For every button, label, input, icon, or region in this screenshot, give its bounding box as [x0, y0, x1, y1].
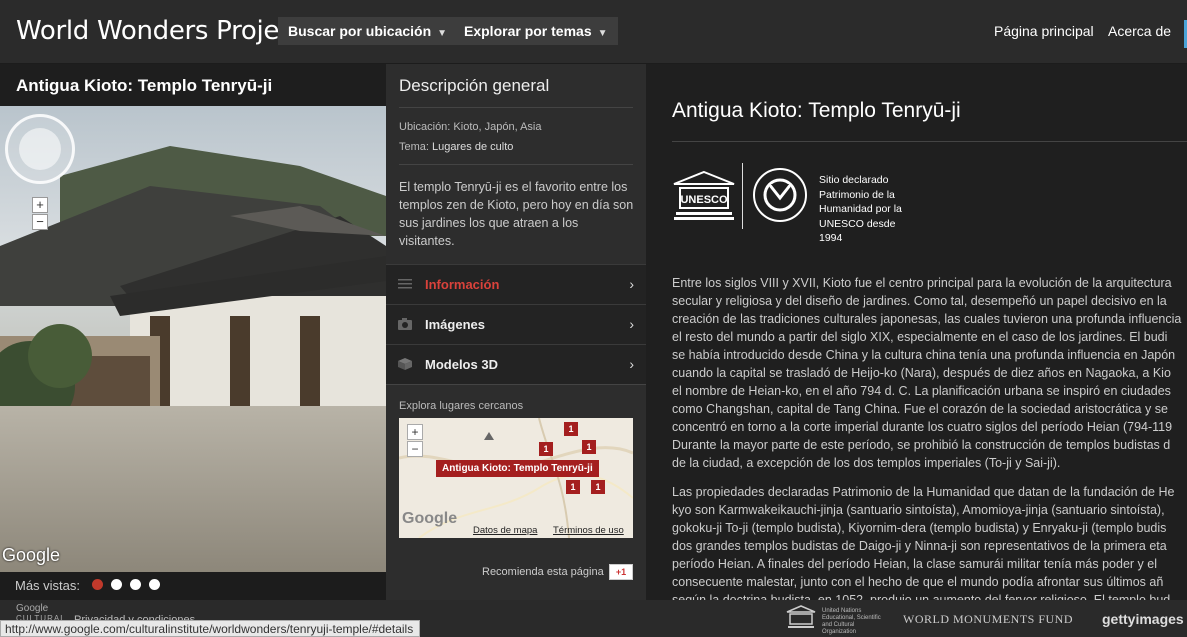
more-views-label: Más vistas: [15, 578, 81, 593]
overview-heading: Descripción general [399, 76, 550, 95]
google-plus-one-button[interactable]: +1 [609, 564, 633, 580]
article-title: Antigua Kioto: Templo Tenryū-ji [672, 99, 961, 122]
footer-google-logo[interactable]: Google [16, 603, 48, 614]
about-link[interactable]: Acerca de [1108, 23, 1171, 39]
view-dot-2[interactable] [111, 579, 122, 590]
chevron-right-icon: › [629, 356, 634, 372]
theme-link[interactable]: Lugares de culto [432, 141, 513, 153]
map-pin[interactable]: 1 [566, 480, 580, 494]
cube-icon [398, 358, 412, 370]
article-line: se había introducido desde China y la cu… [672, 348, 1176, 362]
chevron-right-icon: › [629, 276, 634, 292]
world-heritage-text: Sitio declarado Patrimonio de la Humanid… [819, 174, 902, 244]
zoom-in-button[interactable]: + [32, 197, 48, 213]
article-line: de la ciudad, a excepción de los dos tem… [672, 456, 1061, 470]
divider [742, 163, 743, 229]
nearby-places-label: Explora lugares cercanos [399, 400, 524, 412]
street-view-title: Antigua Kioto: Templo Tenryū-ji [16, 76, 273, 95]
chevron-down-icon: ▼ [597, 28, 608, 39]
list-icon [398, 279, 412, 289]
camera-icon [398, 318, 412, 330]
location-text: Ubicación: Kioto, Japón, Asia [399, 121, 542, 133]
chevron-down-icon: ▼ [437, 28, 448, 39]
view-dot-3[interactable] [130, 579, 141, 590]
map-pin[interactable]: 1 [564, 422, 578, 436]
view-dot-4[interactable] [149, 579, 160, 590]
article-line: Durante la mayor parte de este período, … [672, 438, 1171, 452]
theme-prefix: Tema: [399, 141, 429, 153]
menu-label: Imágenes [425, 317, 485, 332]
map-data-link[interactable]: Datos de mapa [473, 525, 537, 536]
getty-images-link[interactable]: gettyimages [1102, 611, 1184, 627]
nearby-map[interactable]: + − 1 1 1 1 1 Antigua Kioto: Templo Tenr… [399, 418, 633, 538]
article-line: Las propiedades declaradas Patrimonio de… [672, 485, 1175, 499]
explore-themes-dropdown[interactable]: Explorar por temas ▼ [454, 17, 618, 45]
article-line: kyo son Karmwakeikauchi-jinja (santuario… [672, 503, 1165, 517]
article-line: gokoku-ji To-ji (templo budista), Kiyorn… [672, 521, 1167, 535]
divider [386, 384, 646, 385]
dropdown-label: Buscar por ubicación [288, 23, 432, 39]
article-line: creación de las tradiciones culturales j… [672, 312, 1182, 326]
article-line: concentró en torno a la corte imperial d… [672, 420, 1173, 434]
article-body: Entre los siglos VIII y XVII, Kioto fue … [672, 274, 1187, 620]
footer-unesco-text: United Nations Educational, Scientific a… [822, 608, 881, 635]
divider [672, 141, 1187, 142]
compass-icon [19, 128, 61, 170]
article-line: el nombre de Heian-ko, en el año 794 d. … [672, 384, 1171, 398]
article-line: Entre los siglos VIII y XVII, Kioto fue … [672, 276, 1172, 290]
world-heritage-emblem-icon [753, 168, 807, 222]
more-views-bar: Más vistas: [0, 572, 386, 600]
article-line: secular y religiosa y del diseño de jard… [672, 294, 1167, 308]
article-line: como Changshan, capital de Tang China. F… [672, 402, 1168, 416]
article-line: período Heian. A finales del período Hei… [672, 557, 1157, 571]
article-paragraph-1: Entre los siglos VIII y XVII, Kioto fue … [672, 274, 1187, 472]
search-by-location-dropdown[interactable]: Buscar por ubicación ▼ [278, 17, 458, 45]
chevron-right-icon: › [629, 316, 634, 332]
browser-status-url: http://www.google.com/culturalinstitute/… [0, 620, 420, 637]
divider [399, 164, 633, 165]
overview-blurb: El templo Tenryū-ji es el favorito entre… [399, 180, 634, 248]
map-google-mark: Google [402, 510, 458, 527]
world-monuments-fund-link[interactable]: WORLD MONUMENTS FUND [903, 612, 1073, 627]
menu-label: Modelos 3D [425, 357, 498, 372]
footer-unesco-icon[interactable] [786, 605, 816, 631]
home-link[interactable]: Página principal [994, 23, 1094, 39]
menu-item-modelos-3d[interactable]: Modelos 3D › [386, 344, 646, 384]
menu-label: Información [425, 277, 500, 292]
menu-item-informacion[interactable]: Información › [386, 264, 646, 304]
site-logo[interactable]: World Wonders Project [16, 16, 303, 46]
article-line: el resto del mundo a partir del siglo XI… [672, 330, 1168, 344]
article-line: consecuente malestar, junto con el hecho… [672, 575, 1164, 589]
recommend-label: Recomienda esta página [482, 566, 604, 578]
map-zoom-out-button[interactable]: − [407, 441, 423, 457]
dropdown-label: Explorar por temas [464, 23, 592, 39]
theme-row: Tema: Lugares de culto [399, 141, 513, 153]
zoom-out-button[interactable]: − [32, 214, 48, 230]
menu-item-imagenes[interactable]: Imágenes › [386, 304, 646, 344]
article-line: cuando la capital se trasladó de Heijo-k… [672, 366, 1171, 380]
pan-control[interactable] [5, 114, 75, 184]
divider [399, 107, 633, 108]
article-paragraph-2: Las propiedades declaradas Patrimonio de… [672, 483, 1187, 609]
map-zoom-in-button[interactable]: + [407, 424, 423, 440]
map-pin[interactable]: 1 [582, 440, 596, 454]
view-dot-1[interactable] [92, 579, 103, 590]
map-pin[interactable]: 1 [591, 480, 605, 494]
map-pin[interactable]: 1 [539, 442, 553, 456]
unesco-logo: UNESCO [673, 170, 735, 220]
map-terms-link[interactable]: Términos de uso [553, 525, 624, 536]
google-watermark: Google [2, 545, 61, 565]
article-line: dos grandes templos budistas de Daigo-ji… [672, 539, 1167, 553]
map-place-label[interactable]: Antigua Kioto: Templo Tenryū-ji [436, 460, 599, 477]
unesco-word: UNESCO [680, 194, 728, 206]
